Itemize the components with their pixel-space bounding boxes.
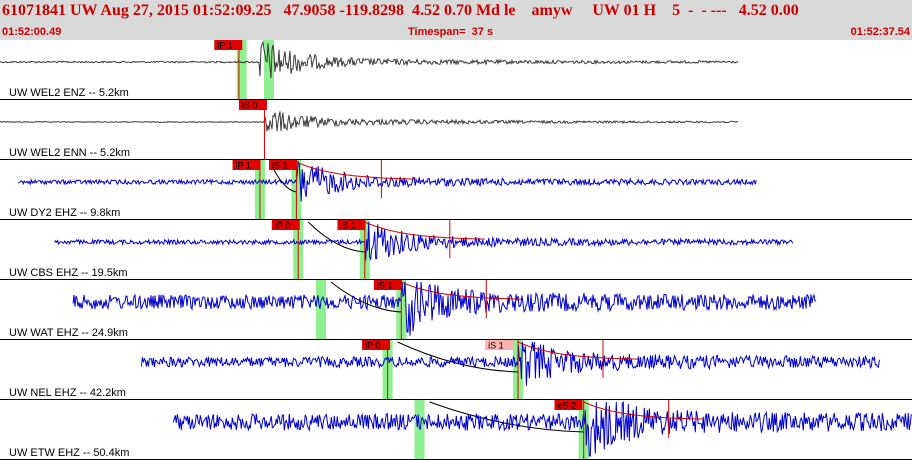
pick-label: iS 0 [242, 101, 258, 111]
station-label: UW ETW EHZ -- 50.4km [9, 447, 129, 459]
pick-label: iS 1 [272, 161, 288, 171]
seismogram-trace [0, 40, 739, 79]
station-label: UW DY2 EHZ -- 9.8km [9, 207, 120, 219]
trace-panel[interactable]: iP 0 iS 1 UW NEL EHZ -- 42.2km [0, 340, 912, 400]
trace-panel[interactable]: iS 0 UW WEL2 ENN -- 5.2km [0, 100, 912, 160]
station-label: UW WEL2 ENZ -- 5.2km [9, 87, 129, 99]
pick-label: iS 1 [377, 281, 393, 291]
trace-panel[interactable]: iP 0 iS 1 UW CBS EHZ -- 19.5km [0, 220, 912, 280]
trace-panel[interactable]: iS 1 UW WAT EHZ -- 24.9km [0, 280, 912, 340]
pick-window [414, 400, 425, 460]
pick-label: iP 0 [365, 341, 380, 351]
coda-curve [401, 281, 522, 300]
seismogram-trace [72, 281, 817, 336]
seismogram-trace [54, 221, 794, 261]
pick-label: iP 1 [217, 41, 232, 51]
timespan-label: Timespan= 37 s [408, 26, 494, 38]
pick-label: iS 1 [340, 221, 356, 231]
start-time: 01:52:00.49 [2, 26, 62, 38]
trace-panel[interactable]: eS 2 UW ETW EHZ -- 50.4km [0, 400, 912, 460]
station-label: UW WEL2 ENN -- 5.2km [9, 147, 130, 159]
station-label: UW CBS EHZ -- 19.5km [9, 267, 128, 279]
pick-label: eS 2 [557, 401, 576, 411]
end-time: 01:52:37.54 [850, 26, 910, 38]
seismogram-trace [17, 160, 757, 202]
trace-panel[interactable]: iP 1 UW WEL2 ENZ -- 5.2km [0, 40, 912, 100]
pick-label: iP 0 [275, 221, 290, 231]
station-label: UW WAT EHZ -- 24.9km [9, 327, 128, 339]
seismogram-trace [0, 111, 739, 132]
event-title: 61071841 UW Aug 27, 2015 01:52:09.25 47.… [2, 2, 799, 19]
pick-window [316, 280, 327, 340]
pick-label: iS 1 [488, 341, 504, 351]
station-label: UW NEL EHZ -- 42.2km [9, 387, 126, 399]
pick-label: iP 1 [236, 161, 251, 171]
coda-curve [364, 221, 485, 240]
event-header: 61071841 UW Aug 27, 2015 01:52:09.25 47.… [0, 0, 912, 40]
waveform-panel[interactable]: iP 1 UW WEL2 ENZ -- 5.2km iS 0 UW WEL2 ENN … [0, 40, 912, 460]
trace-panel[interactable]: iP 1 iS 1 UW DY2 EHZ -- 9.8km [0, 160, 912, 220]
coda-curve [296, 161, 417, 180]
